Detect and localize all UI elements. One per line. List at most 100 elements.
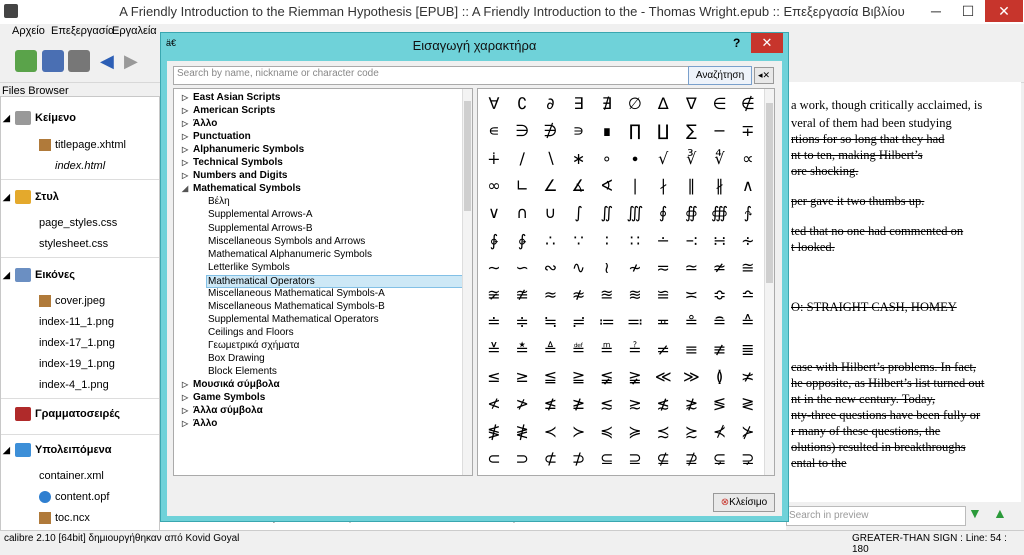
character-cell[interactable]: ≹: [508, 418, 536, 445]
character-cell[interactable]: ≆: [480, 281, 508, 308]
category-item[interactable]: ▷ Game Symbols: [182, 392, 265, 403]
character-cell[interactable]: ∟: [508, 172, 536, 199]
character-cell[interactable]: ≅: [734, 254, 762, 281]
file-item[interactable]: cover.jpeg: [39, 295, 105, 308]
character-cell[interactable]: ⊂: [480, 445, 508, 472]
expand-arrow-icon[interactable]: ▷: [182, 171, 193, 180]
expand-arrow-icon[interactable]: ▷: [182, 145, 193, 154]
character-cell[interactable]: ≔: [593, 308, 621, 335]
character-cell[interactable]: ∦: [706, 172, 734, 199]
character-cell[interactable]: ≦: [536, 363, 564, 390]
subcategory-item[interactable]: Mathematical Operators: [206, 274, 463, 288]
character-cell[interactable]: ∑: [677, 117, 705, 144]
character-cell[interactable]: ≌: [649, 281, 677, 308]
character-cell[interactable]: ∛: [677, 145, 705, 172]
character-cell[interactable]: ∡: [565, 172, 593, 199]
character-cell[interactable]: ∵: [565, 227, 593, 254]
character-cell[interactable]: ≭: [734, 363, 762, 390]
character-cell[interactable]: ∐: [649, 117, 677, 144]
character-cell[interactable]: ≓: [565, 308, 593, 335]
character-cell[interactable]: ≧: [565, 363, 593, 390]
expand-arrow-icon[interactable]: ▷: [182, 106, 193, 115]
back-arrow-icon[interactable]: ◀: [100, 51, 114, 72]
new-file-icon[interactable]: [15, 50, 37, 72]
file-item[interactable]: stylesheet.css: [39, 238, 108, 250]
character-cell[interactable]: ≊: [593, 281, 621, 308]
character-cell[interactable]: ≣: [734, 336, 762, 363]
character-cell[interactable]: ∀: [480, 90, 508, 117]
character-cell[interactable]: ∺: [706, 227, 734, 254]
help-button[interactable]: ?: [733, 36, 740, 50]
character-cell[interactable]: ≝: [565, 336, 593, 363]
character-cell[interactable]: ∹: [677, 227, 705, 254]
character-cell[interactable]: ⊄: [536, 445, 564, 472]
window-close-button[interactable]: ✕: [985, 0, 1023, 22]
collapse-arrow-icon[interactable]: ◢: [182, 184, 193, 193]
group-fonts[interactable]: Γραμματοσειρές: [3, 407, 120, 421]
character-cell[interactable]: √: [649, 145, 677, 172]
expand-arrow-icon[interactable]: ▷: [182, 419, 193, 428]
expand-arrow-icon[interactable]: ▷: [182, 380, 193, 389]
category-item[interactable]: ▷ Άλλα σύμβολα: [182, 405, 263, 416]
character-cell[interactable]: ≩: [621, 363, 649, 390]
character-cell[interactable]: ≍: [677, 281, 705, 308]
subcategory-item[interactable]: Mathematical Alphanumeric Symbols: [208, 249, 372, 260]
expand-arrow-icon[interactable]: ▷: [182, 158, 193, 167]
character-cell[interactable]: ∤: [649, 172, 677, 199]
expand-arrow-icon[interactable]: ▷: [182, 132, 193, 141]
category-item[interactable]: ▷ East Asian Scripts: [182, 92, 280, 103]
character-cell[interactable]: ⊅: [565, 445, 593, 472]
category-item[interactable]: ▷ Μουσικά σύμβολα: [182, 379, 280, 390]
character-cell[interactable]: ≈: [536, 281, 564, 308]
scrollbar-thumb[interactable]: [766, 103, 773, 283]
character-cell[interactable]: ∊: [480, 117, 508, 144]
group-text[interactable]: ◢ Κείμενο: [3, 111, 76, 125]
character-cell[interactable]: ≾: [649, 418, 677, 445]
character-cell[interactable]: ≸: [480, 418, 508, 445]
character-cell[interactable]: ∇: [677, 90, 705, 117]
expand-arrow-icon[interactable]: ▷: [182, 406, 193, 415]
character-cell[interactable]: ≷: [734, 390, 762, 417]
expand-arrow-icon[interactable]: ▷: [182, 393, 193, 402]
character-cell[interactable]: ≮: [480, 390, 508, 417]
character-cell[interactable]: ≇: [508, 281, 536, 308]
character-cell[interactable]: ≙: [734, 308, 762, 335]
character-cell[interactable]: ≒: [536, 308, 564, 335]
character-cell[interactable]: ≠: [649, 336, 677, 363]
character-cell[interactable]: ⊁: [734, 418, 762, 445]
expand-arrow-icon[interactable]: ▷: [182, 93, 193, 102]
character-cell[interactable]: ≪: [649, 363, 677, 390]
character-cell[interactable]: ∧: [734, 172, 762, 199]
character-cell[interactable]: ∽: [508, 254, 536, 281]
search-prev-icon[interactable]: ▲: [993, 505, 1007, 521]
menu-edit[interactable]: Επεξεργασία: [51, 25, 114, 37]
character-cell[interactable]: ∣: [621, 172, 649, 199]
file-item[interactable]: toc.ncx: [39, 512, 90, 525]
character-cell[interactable]: ≘: [706, 308, 734, 335]
character-cell[interactable]: ⊊: [706, 445, 734, 472]
character-cell[interactable]: ≱: [565, 390, 593, 417]
character-cell[interactable]: ∏: [621, 117, 649, 144]
character-cell[interactable]: ≋: [621, 281, 649, 308]
character-cell[interactable]: ∻: [734, 227, 762, 254]
character-cell[interactable]: −: [706, 117, 734, 144]
character-cell[interactable]: ∰: [706, 199, 734, 226]
menu-file[interactable]: Αρχείο: [12, 25, 45, 37]
character-cell[interactable]: ≵: [677, 390, 705, 417]
character-cell[interactable]: ∎: [593, 117, 621, 144]
character-cell[interactable]: ≻: [565, 418, 593, 445]
character-cell[interactable]: ≟: [621, 336, 649, 363]
character-cell[interactable]: ⊇: [621, 445, 649, 472]
character-cell[interactable]: ≨: [593, 363, 621, 390]
character-cell[interactable]: ∬: [593, 199, 621, 226]
category-item[interactable]: ▷ Technical Symbols: [182, 157, 283, 168]
character-cell[interactable]: ≺: [536, 418, 564, 445]
category-item[interactable]: ▷ Punctuation: [182, 131, 251, 142]
character-cell[interactable]: ≿: [677, 418, 705, 445]
category-item[interactable]: ▷ American Scripts: [182, 105, 275, 116]
character-cell[interactable]: ∉: [734, 90, 762, 117]
character-cell[interactable]: ≡: [677, 336, 705, 363]
file-item[interactable]: index-11_1.png: [39, 316, 114, 328]
category-item[interactable]: ▷ Άλλο: [182, 118, 217, 129]
character-cell[interactable]: ⊆: [593, 445, 621, 472]
